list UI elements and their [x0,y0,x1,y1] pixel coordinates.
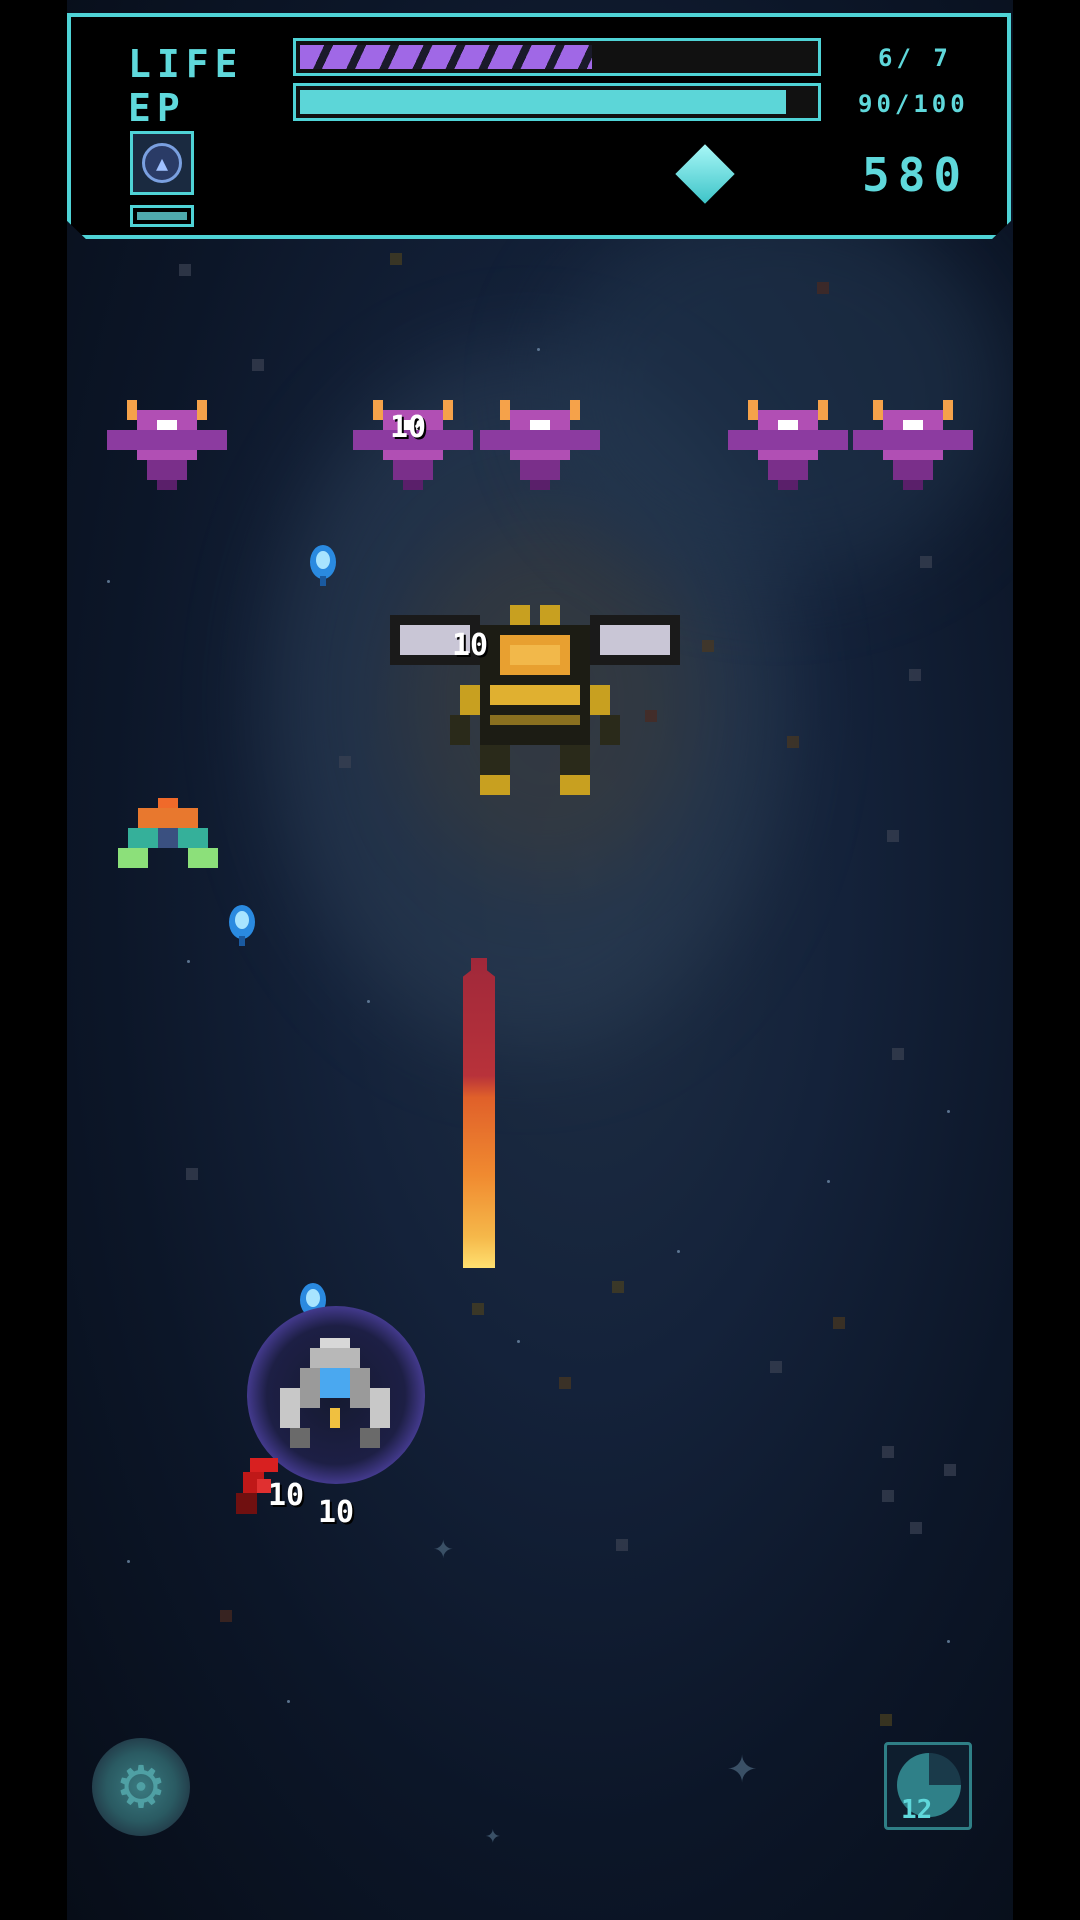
enemy-bug [107,400,227,490]
damage-number: 10 [318,1495,355,1530]
bomb-count: 12 [901,1795,933,1825]
game-field[interactable]: ✦ ✦ ✦ [67,0,1013,1920]
life-counter: 6/ 7 [878,44,952,72]
ep-label: EP [128,86,186,130]
player-laser [463,958,495,1268]
settings-button[interactable]: ⚙ [92,1738,190,1836]
boss-bee [390,605,680,795]
damage-number: 10 [390,410,427,445]
ep-bar [293,83,821,121]
enemy-bug [853,400,973,490]
enemy-bullet [229,905,255,946]
life-bar-fill [300,45,592,69]
skill-charge-gauge [130,205,194,227]
ep-bar-fill [300,90,786,114]
life-label: LIFE [128,42,244,86]
enemy-bug [728,400,848,490]
gear-icon: ⚙ [115,1753,167,1821]
shield-ring-icon: ▲ [142,143,182,183]
skill-button[interactable]: ▲ [130,131,194,195]
enemy-fighter [118,798,218,868]
life-bar [293,38,821,76]
player-ship[interactable] [280,1338,390,1448]
damage-number: 10 [268,1478,305,1513]
enemy-bug [480,400,600,490]
score-value: 580 [862,148,970,202]
ep-counter: 90/100 [858,90,969,118]
bomb-button[interactable]: 12 [884,1742,972,1830]
damage-number: 10 [452,628,489,663]
enemy-bullet [310,545,336,586]
